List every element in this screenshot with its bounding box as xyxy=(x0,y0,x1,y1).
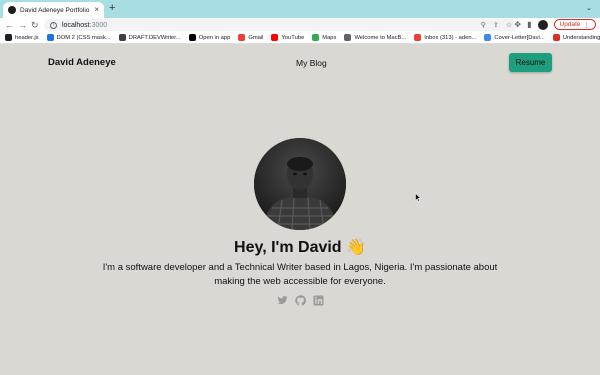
bookmark-item[interactable]: Understanding An... xyxy=(552,34,600,41)
github-icon[interactable] xyxy=(295,295,306,306)
bookmark-label: Maps xyxy=(322,34,337,41)
site-header: David Adeneye My Blog Resume xyxy=(0,44,600,82)
linkedin-icon[interactable] xyxy=(313,295,324,306)
bookmark-label: Welcome to MacB... xyxy=(354,34,407,41)
bookmark-item[interactable]: header.js xyxy=(5,34,39,41)
share-icon[interactable]: ⇪ xyxy=(493,21,499,29)
bookmark-label: Inbox (313) - aden... xyxy=(424,34,477,41)
bookmark-item[interactable]: YouTube xyxy=(271,34,304,41)
url-port: :3000 xyxy=(89,21,108,29)
bookmark-favicon-icon xyxy=(238,34,246,41)
hero-description: I'm a software developer and a Technical… xyxy=(102,262,498,287)
bookmark-favicon-icon xyxy=(188,34,196,41)
profile-photo-image xyxy=(254,138,346,230)
resume-button[interactable]: Resume xyxy=(509,53,552,72)
bookmark-item[interactable]: Open in app xyxy=(188,34,231,41)
reload-icon[interactable]: ↻ xyxy=(31,19,39,31)
bookmark-item[interactable]: Maps xyxy=(312,34,336,41)
bookmark-item[interactable]: DOM 2 (CSS mask... xyxy=(46,34,111,41)
blog-link[interactable]: My Blog xyxy=(296,58,327,68)
tab-favicon-icon xyxy=(8,6,16,14)
bookmark-label: Open in app xyxy=(198,34,231,41)
bookmark-favicon-icon xyxy=(344,34,352,41)
bookmark-favicon-icon xyxy=(312,34,320,41)
browser-tabstrip: David Adeneye Portfolio × + ⌄ xyxy=(0,0,600,18)
browser-tab[interactable]: David Adeneye Portfolio × xyxy=(3,2,104,18)
bookmark-label: header.js xyxy=(15,34,39,41)
social-links xyxy=(277,295,324,306)
bookmark-label: YouTube xyxy=(281,34,305,41)
bookmark-item[interactable]: Cover-Letter[Davi... xyxy=(484,34,545,41)
address-bar[interactable]: i localhost :3000 ⚲ ⇪ ☆ xyxy=(44,19,518,31)
browser-toolbar: ← → ↻ i localhost :3000 ⚲ ⇪ ☆ ✥ ▮ Update… xyxy=(0,18,600,32)
bookmark-favicon-icon xyxy=(552,34,560,41)
bookmark-favicon-icon xyxy=(414,34,422,41)
new-tab-icon[interactable]: + xyxy=(109,3,115,14)
more-menu-icon: ⋮ xyxy=(583,21,591,29)
bookmark-item[interactable]: Inbox (313) - aden... xyxy=(414,34,476,41)
url-host: localhost xyxy=(62,21,90,29)
bookmark-label: Gmail xyxy=(248,34,264,41)
hero-title: Hey, I'm David 👋 xyxy=(234,239,366,256)
bookmarks-bar: header.js DOM 2 (CSS mask... DRAFT.DEVWrit… xyxy=(0,32,600,44)
bookmark-favicon-icon xyxy=(46,34,54,41)
forward-icon[interactable]: → xyxy=(18,19,27,31)
tab-title: David Adeneye Portfolio xyxy=(20,6,90,14)
site-info-icon[interactable]: i xyxy=(50,21,57,29)
bookmark-label: DRAFT.DEVWriter... xyxy=(128,34,181,41)
bookmark-star-icon[interactable]: ☆ xyxy=(506,21,512,29)
bookmark-item[interactable]: Welcome to MacB... xyxy=(344,34,406,41)
bookmark-item[interactable]: DRAFT.DEVWriter... xyxy=(118,34,181,41)
profile-photo xyxy=(254,138,346,230)
bookmark-favicon-icon xyxy=(484,34,492,41)
tab-search-chevron-icon[interactable]: ⌄ xyxy=(586,4,592,12)
extensions-icon[interactable]: ✥ xyxy=(514,20,521,29)
bookmark-favicon-icon xyxy=(271,34,279,41)
update-button[interactable]: Update ⋮ xyxy=(553,19,596,30)
zoom-icon[interactable]: ⚲ xyxy=(481,21,486,29)
side-panel-icon[interactable]: ▮ xyxy=(527,20,531,29)
profile-avatar[interactable] xyxy=(537,19,548,30)
bookmark-label: Understanding An... xyxy=(562,34,600,41)
bookmark-label: DOM 2 (CSS mask... xyxy=(56,34,111,41)
bookmark-label: Cover-Letter[Davi... xyxy=(494,34,545,41)
bookmark-favicon-icon xyxy=(5,34,12,41)
bookmark-item[interactable]: Gmail xyxy=(238,34,263,41)
bookmark-favicon-icon xyxy=(118,34,126,41)
update-label: Update xyxy=(559,21,581,28)
twitter-icon[interactable] xyxy=(277,295,288,306)
tab-close-icon[interactable]: × xyxy=(94,6,99,14)
mouse-cursor-icon xyxy=(415,193,421,202)
site-brand[interactable]: David Adeneye xyxy=(48,57,116,68)
back-icon[interactable]: ← xyxy=(5,19,14,31)
